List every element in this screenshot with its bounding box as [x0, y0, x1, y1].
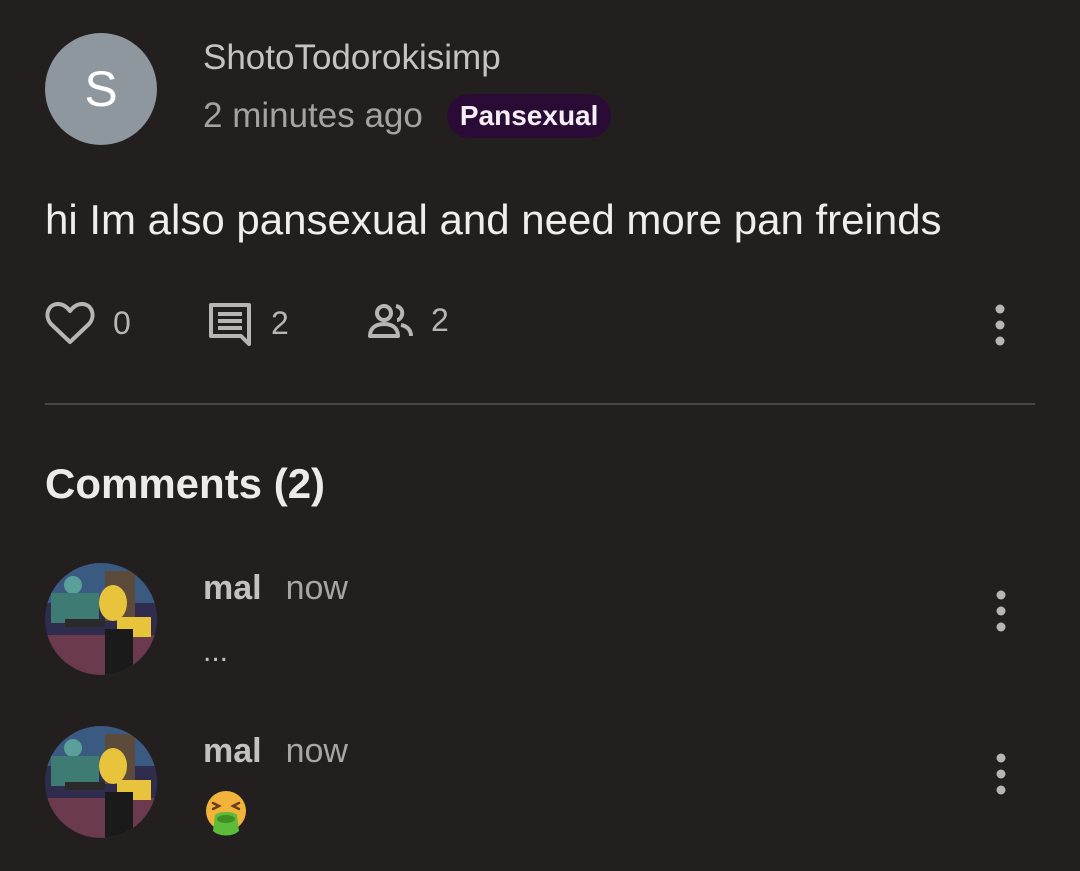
identity-badge: Pansexual	[446, 94, 612, 138]
comment-meta: mal now	[203, 569, 348, 608]
comment-text: ...	[203, 635, 229, 668]
comment-author[interactable]: mal	[203, 732, 262, 771]
like-button[interactable]: 0	[45, 300, 131, 346]
post-more-button[interactable]	[988, 302, 1012, 348]
comment-more-button[interactable]	[989, 751, 1013, 797]
divider	[45, 403, 1035, 405]
post-meta: 2 minutes ago Pansexual	[203, 94, 612, 138]
like-count: 0	[113, 304, 131, 341]
participant-count: 2	[431, 301, 449, 338]
post-timestamp: 2 minutes ago	[203, 96, 423, 135]
comment-more-button[interactable]	[989, 588, 1013, 634]
more-vertical-icon	[988, 304, 1012, 352]
more-vertical-icon	[989, 753, 1013, 801]
post-card: S ShotoTodorokisimp 2 minutes ago Pansex…	[0, 0, 1080, 405]
comment-meta: mal now	[203, 732, 348, 771]
commenter-avatar[interactable]	[45, 726, 157, 838]
author-initial: S	[84, 61, 118, 117]
commenter-avatar[interactable]	[45, 563, 157, 675]
group-icon	[367, 300, 413, 340]
comment-time: now	[285, 732, 348, 770]
author-name[interactable]: ShotoTodorokisimp	[203, 38, 501, 78]
comments-button[interactable]: 2	[207, 300, 289, 346]
post-body: hi Im also pansexual and need more pan f…	[45, 196, 942, 243]
more-vertical-icon	[989, 590, 1013, 638]
comment-item: mal now	[0, 726, 1080, 866]
participants-button[interactable]: 2	[367, 300, 449, 340]
comment-item: mal now ...	[0, 563, 1080, 703]
face-vomiting-emoji	[203, 789, 249, 842]
author-avatar[interactable]: S	[45, 33, 157, 145]
post-actions: 0 2 2	[45, 300, 1035, 350]
heart-outline-icon	[45, 300, 95, 346]
comment-author[interactable]: mal	[203, 569, 262, 608]
comment-count: 2	[271, 304, 289, 341]
comments-heading: Comments (2)	[45, 460, 326, 507]
comment-time: now	[285, 569, 348, 607]
comment-icon	[207, 300, 253, 346]
